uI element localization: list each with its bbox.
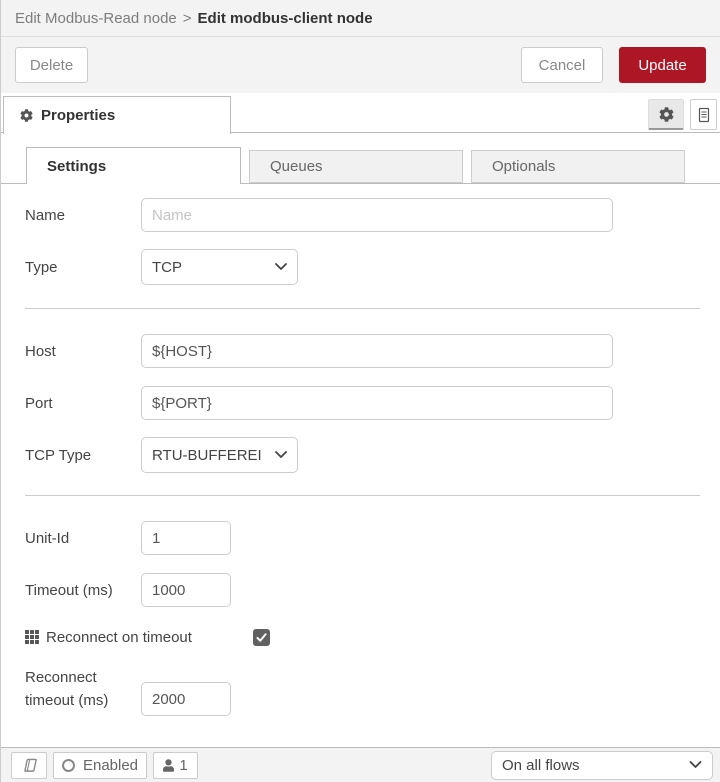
node-help-button[interactable] — [690, 99, 717, 130]
chevron-down-icon — [275, 263, 287, 271]
port-label: Port — [25, 394, 53, 412]
tab-optionals-label: Optionals — [492, 158, 556, 175]
tray-footer: Enabled 1 On all flows — [1, 747, 720, 782]
tab-properties-label: Properties — [41, 107, 116, 124]
timeout-input[interactable] — [141, 573, 231, 607]
timeout-label: Timeout (ms) — [25, 581, 113, 599]
reconnect-timeout-label: Reconnect timeout (ms) — [25, 669, 109, 709]
host-input[interactable] — [141, 334, 613, 368]
breadcrumb-parent[interactable]: Edit Modbus-Read node — [15, 10, 177, 27]
host-label: Host — [25, 342, 56, 360]
cancel-button[interactable]: Cancel — [521, 47, 603, 83]
tcp-type-label: TCP Type — [25, 446, 92, 464]
tab-queues-label: Queues — [270, 158, 323, 175]
reconnect-timeout-input[interactable] — [141, 682, 231, 716]
gear-icon — [20, 109, 33, 122]
type-select[interactable]: TCP — [141, 249, 298, 285]
type-label: Type — [25, 258, 58, 276]
type-select-value: TCP — [152, 258, 182, 276]
book-icon — [21, 758, 38, 773]
check-icon — [255, 631, 268, 644]
port-row: Port — [1, 386, 720, 420]
unit-id-label: Unit-Id — [25, 529, 70, 547]
type-row: Type TCP — [1, 249, 720, 285]
unit-id-row: Unit-Id — [1, 521, 720, 555]
tray-toolbar: Delete Cancel Update — [1, 37, 720, 93]
instance-count: 1 — [179, 756, 188, 774]
reconnect-on-timeout-checkbox[interactable] — [253, 628, 270, 646]
delete-button[interactable]: Delete — [15, 47, 88, 83]
instance-count-button[interactable]: 1 — [153, 751, 198, 779]
settings-form: Name Type TCP Host Port TCP Type RTU-BU — [1, 198, 720, 716]
tab-optionals[interactable]: Optionals — [471, 150, 685, 183]
reconnect-on-timeout-label: Reconnect on timeout — [46, 628, 192, 646]
tab-properties[interactable]: Properties — [3, 96, 231, 134]
user-icon — [163, 758, 175, 772]
tab-queues[interactable]: Queues — [249, 150, 463, 183]
reconnect-timeout-row: Reconnect timeout (ms) — [1, 666, 720, 716]
scope-select-value: On all flows — [502, 756, 580, 774]
name-label: Name — [25, 206, 66, 224]
tcp-type-row: TCP Type RTU-BUFFEREI — [1, 437, 720, 473]
unit-id-input[interactable] — [141, 521, 231, 555]
tcp-type-select-value: RTU-BUFFEREI — [152, 446, 262, 464]
timeout-row: Timeout (ms) — [1, 573, 720, 607]
docs-button[interactable] — [11, 751, 47, 779]
circle-icon — [61, 758, 75, 772]
enabled-label: Enabled — [82, 756, 139, 774]
settings-tab-bar: Settings Queues Optionals — [1, 133, 720, 184]
enabled-toggle-button[interactable]: Enabled — [53, 751, 147, 779]
chevron-down-icon — [689, 761, 702, 769]
scope-select[interactable]: On all flows — [491, 750, 713, 780]
reconnect-on-timeout-row: Reconnect on timeout — [1, 627, 720, 647]
gear-icon — [659, 106, 674, 122]
document-icon — [696, 107, 712, 123]
section-divider — [25, 308, 700, 309]
tcp-type-select[interactable]: RTU-BUFFEREI — [141, 437, 298, 473]
breadcrumb-current: Edit modbus-client node — [197, 9, 373, 27]
tab-settings-label: Settings — [47, 157, 107, 175]
grid-icon — [25, 630, 39, 644]
host-row: Host — [1, 334, 720, 368]
breadcrumb-separator: > — [182, 9, 192, 27]
section-divider — [25, 495, 700, 496]
name-input[interactable] — [141, 198, 613, 232]
properties-tab-bar: Properties — [1, 93, 720, 134]
edit-node-tray: Edit Modbus-Read node > Edit modbus-clie… — [0, 0, 720, 782]
tab-settings[interactable]: Settings — [26, 147, 241, 184]
reconnect-on-timeout-labelgroup: Reconnect on timeout — [25, 629, 253, 646]
tray-header: Edit Modbus-Read node > Edit modbus-clie… — [1, 0, 720, 37]
update-button[interactable]: Update — [619, 47, 706, 83]
name-row: Name — [1, 198, 720, 232]
node-settings-button[interactable] — [648, 99, 684, 130]
chevron-down-icon — [275, 451, 287, 459]
port-input[interactable] — [141, 386, 613, 420]
